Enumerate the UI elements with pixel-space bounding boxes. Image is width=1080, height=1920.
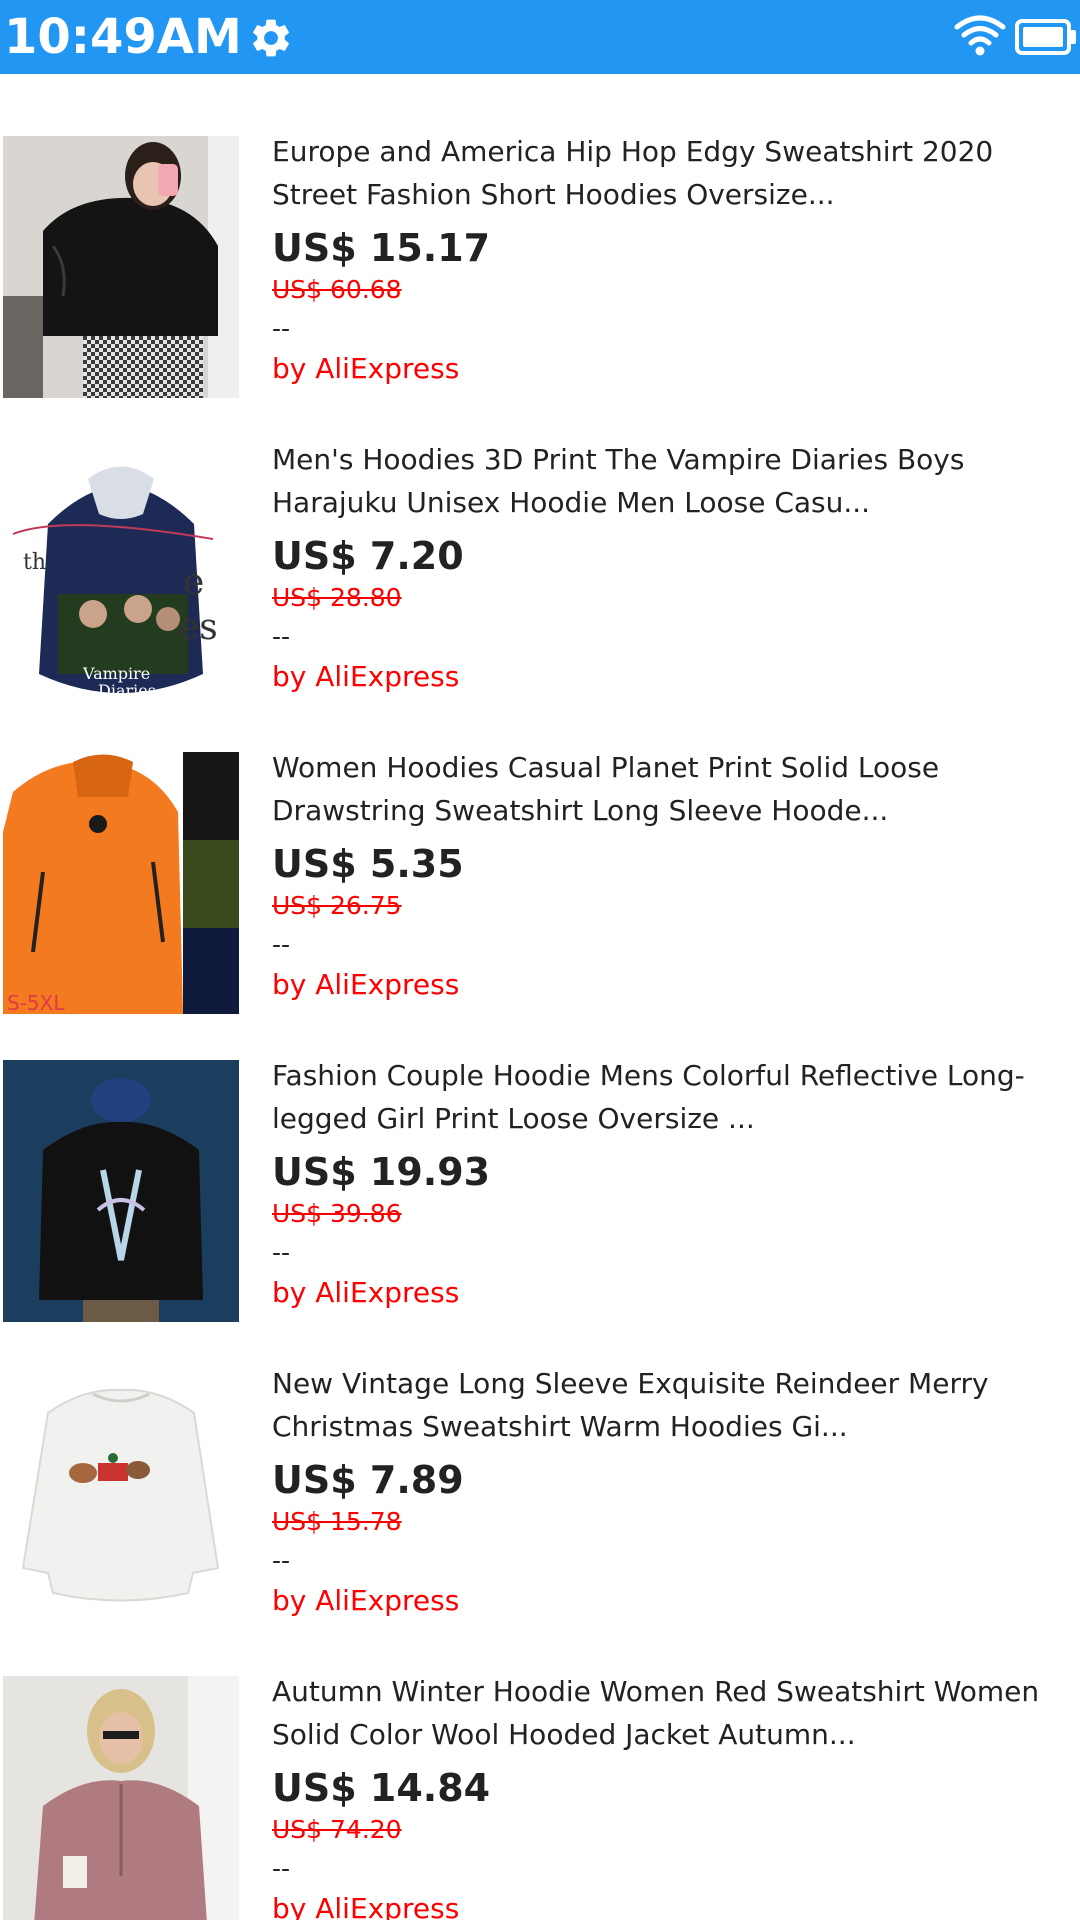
product-seller[interactable]: by AliExpress: [272, 350, 459, 388]
product-image[interactable]: [3, 1368, 239, 1630]
product-original-price: US$ 39.86: [272, 1199, 402, 1228]
product-title-line: Street Fashion Short Hoodies Oversize...: [272, 178, 835, 211]
product-title-line: legged Girl Print Loose Oversize ...: [272, 1102, 755, 1135]
product-price: US$ 15.17: [272, 226, 491, 270]
svg-text:es: es: [178, 607, 218, 648]
product-title[interactable]: New Vintage Long Sleeve Exquisite Reinde…: [272, 1362, 1072, 1448]
product-title[interactable]: Fashion Couple Hoodie Mens Colorful Refl…: [272, 1054, 1072, 1140]
size-label: S-5XL: [7, 991, 65, 1014]
product-card[interactable]: Autumn Winter Hoodie Women Red Sweatshir…: [0, 1675, 1080, 1920]
product-title-line: Solid Color Wool Hooded Jacket Autumn...: [272, 1718, 856, 1751]
product-title[interactable]: Europe and America Hip Hop Edgy Sweatshi…: [272, 130, 1072, 216]
product-card[interactable]: Europe and America Hip Hop Edgy Sweatshi…: [0, 135, 1080, 444]
product-card[interactable]: S-5XL Women Hoodies Casual Planet Print …: [0, 751, 1080, 1060]
status-bar: 10:49AM: [0, 0, 1080, 74]
gear-icon: [248, 15, 294, 61]
svg-text:th: th: [23, 550, 46, 575]
product-list[interactable]: Europe and America Hip Hop Edgy Sweatshi…: [0, 74, 1080, 1920]
product-original-price: US$ 15.78: [272, 1507, 402, 1536]
product-image[interactable]: [3, 1676, 239, 1920]
product-image[interactable]: [3, 136, 239, 398]
product-title-line: Christmas Sweatshirt Warm Hoodies Gi...: [272, 1410, 848, 1443]
product-price: US$ 19.93: [272, 1150, 491, 1194]
product-title-line: Autumn Winter Hoodie Women Red Sweatshir…: [272, 1675, 1040, 1708]
product-rating: --: [272, 622, 291, 651]
product-original-price: US$ 74.20: [272, 1815, 402, 1844]
product-title[interactable]: Men's Hoodies 3D Print The Vampire Diari…: [272, 438, 1072, 524]
product-title[interactable]: Women Hoodies Casual Planet Print Solid …: [272, 746, 1072, 832]
svg-text:Diaries: Diaries: [98, 681, 156, 700]
product-card[interactable]: New Vintage Long Sleeve Exquisite Reinde…: [0, 1367, 1080, 1676]
product-price: US$ 14.84: [272, 1766, 491, 1810]
product-seller[interactable]: by AliExpress: [272, 1890, 459, 1920]
product-card[interactable]: th e es Vampire Diaries Men's Hoodies 3D…: [0, 443, 1080, 752]
product-price: US$ 7.20: [272, 534, 464, 578]
product-title-line: Fashion Couple Hoodie Mens Colorful Refl…: [272, 1059, 1025, 1092]
product-rating: --: [272, 1546, 291, 1575]
product-title-line: Europe and America Hip Hop Edgy Sweatshi…: [272, 135, 994, 168]
wifi-icon: [953, 13, 1007, 57]
product-image[interactable]: [3, 1060, 239, 1322]
product-title-line: Men's Hoodies 3D Print The Vampire Diari…: [272, 443, 965, 476]
battery-icon: [1014, 17, 1078, 57]
product-seller[interactable]: by AliExpress: [272, 966, 459, 1004]
product-rating: --: [272, 314, 291, 343]
product-card[interactable]: Fashion Couple Hoodie Mens Colorful Refl…: [0, 1059, 1080, 1368]
status-time: 10:49AM: [4, 9, 242, 65]
product-title[interactable]: Autumn Winter Hoodie Women Red Sweatshir…: [272, 1670, 1072, 1756]
product-title-line: Drawstring Sweatshirt Long Sleeve Hoode.…: [272, 794, 889, 827]
svg-text:e: e: [183, 562, 204, 603]
product-rating: --: [272, 1854, 291, 1883]
product-seller[interactable]: by AliExpress: [272, 1274, 459, 1312]
product-original-price: US$ 28.80: [272, 583, 402, 612]
product-seller[interactable]: by AliExpress: [272, 658, 459, 696]
product-title-line: Harajuku Unisex Hoodie Men Loose Casu...: [272, 486, 871, 519]
product-rating: --: [272, 930, 291, 959]
product-seller[interactable]: by AliExpress: [272, 1582, 459, 1620]
product-title-line: Women Hoodies Casual Planet Print Solid …: [272, 751, 940, 784]
product-image[interactable]: S-5XL: [3, 752, 239, 1014]
product-price: US$ 5.35: [272, 842, 464, 886]
product-title-line: New Vintage Long Sleeve Exquisite Reinde…: [272, 1367, 989, 1400]
product-rating: --: [272, 1238, 291, 1267]
product-original-price: US$ 26.75: [272, 891, 402, 920]
product-original-price: US$ 60.68: [272, 275, 402, 304]
product-price: US$ 7.89: [272, 1458, 464, 1502]
product-image[interactable]: th e es Vampire Diaries: [3, 444, 239, 706]
